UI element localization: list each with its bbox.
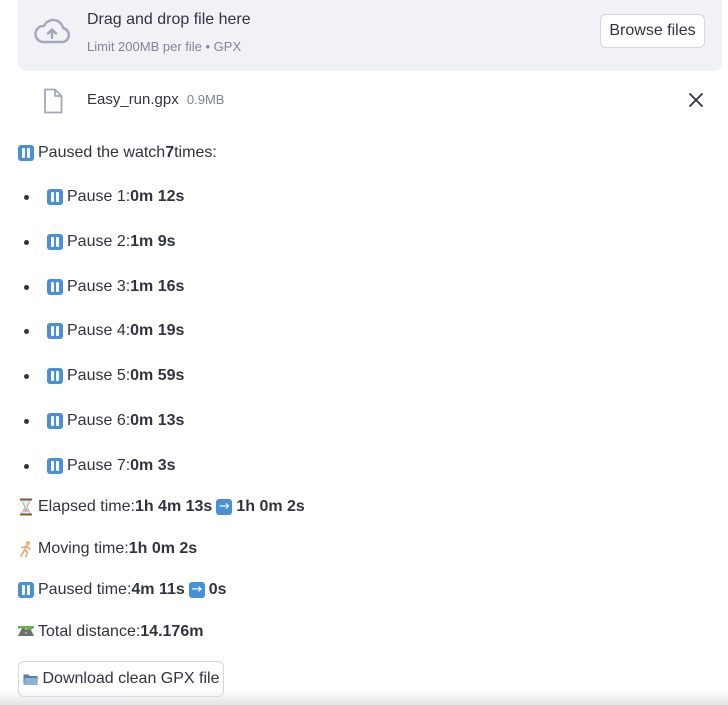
pause-icon [47,278,63,295]
list-item: Pause 7: 0m 3s [18,455,184,477]
total-distance-line: Total distance: 14.176m [18,621,203,643]
pause-icon [47,189,63,205]
pause-duration: 1m 9s [130,232,176,250]
pause-duration: 1m 16s [130,277,185,295]
paused-count: 7 [165,144,175,161]
runner-icon [18,540,34,558]
paused-time-label: Paused time: [38,581,132,598]
pause-label: Pause 6: [67,411,131,429]
elapsed-before: 1h 4m 13s [134,498,213,515]
folder-icon [23,673,39,686]
hourglass-icon [18,498,34,516]
arrow-right-icon: → [216,499,233,515]
list-item: Pause 5: 0m 59s [18,365,184,387]
pause-icon [47,233,63,250]
elapsed-label: Elapsed time: [38,498,135,515]
bottom-shadow [0,690,728,705]
paused-prefix: Paused the watch [38,144,166,161]
paused-time-after: 0s [208,581,227,598]
dropzone-title: Drag and drop file here [87,11,251,28]
app-page: Drag and drop file here Limit 200MB per … [0,0,728,705]
browse-files-button[interactable]: Browse files [600,14,705,48]
list-item: Pause 6: 0m 13s [18,410,184,432]
pause-label: Pause 5: [67,367,131,385]
pause-duration: 0m 3s [130,456,176,474]
file-size: 0.9MB [186,92,225,107]
dropzone-limit-text: Limit 200MB per file • GPX [87,39,242,54]
pause-duration: 0m 19s [130,322,185,340]
moving-value: 1h 0m 2s [128,540,198,557]
arrow-right-icon: → [188,582,205,598]
moving-time-line: Moving time: 1h 0m 2s [18,538,197,560]
pause-duration: 0m 12s [130,188,185,205]
file-dropzone[interactable]: Drag and drop file here Limit 200MB per … [18,0,722,71]
pause-duration: 0m 59s [130,367,185,385]
distance-label: Total distance: [38,623,141,640]
paused-summary: Paused the watch 7 times: [18,142,217,164]
pause-label: Pause 2: [67,232,131,250]
pause-icon [18,582,34,598]
moving-label: Moving time: [38,540,129,557]
distance-value: 14.176m [140,623,204,640]
pause-icon [47,457,63,474]
file-name: Easy_run.gpx 0.9MB [87,91,224,108]
pause-icon [47,412,63,429]
paused-time-before: 4m 11s [131,581,185,598]
download-label: Download clean GPX file [42,670,220,687]
paused-time-line: Paused time: 4m 11s → 0s [18,579,227,601]
paused-suffix: times: [174,144,217,161]
cloud-upload-icon [34,18,71,44]
pause-label: Pause 1: [67,188,131,205]
elapsed-time-line: Elapsed time: 1h 4m 13s → 1h 0m 2s [18,496,305,518]
close-icon[interactable] [688,92,704,108]
pause-list: Pause 1: 0m 12s Pause 2: 1m 9s Pause 3: … [18,186,184,500]
pause-duration: 0m 13s [130,411,185,429]
pause-icon [47,323,63,340]
list-item: Pause 3: 1m 16s [18,276,184,298]
elapsed-after: 1h 0m 2s [236,498,305,515]
list-item: Pause 1: 0m 12s [18,186,184,208]
pause-icon [18,145,34,161]
road-icon [18,623,34,641]
list-item: Pause 2: 1m 9s [18,231,184,253]
pause-label: Pause 4: [67,322,131,340]
pause-label: Pause 3: [67,277,131,295]
pause-label: Pause 7: [67,456,131,474]
pause-icon [47,368,63,385]
file-icon [44,88,63,114]
file-name-text: Easy_run.gpx [87,91,179,108]
list-item: Pause 4: 0m 19s [18,320,184,342]
uploaded-file-row: Easy_run.gpx 0.9MB [18,84,722,118]
